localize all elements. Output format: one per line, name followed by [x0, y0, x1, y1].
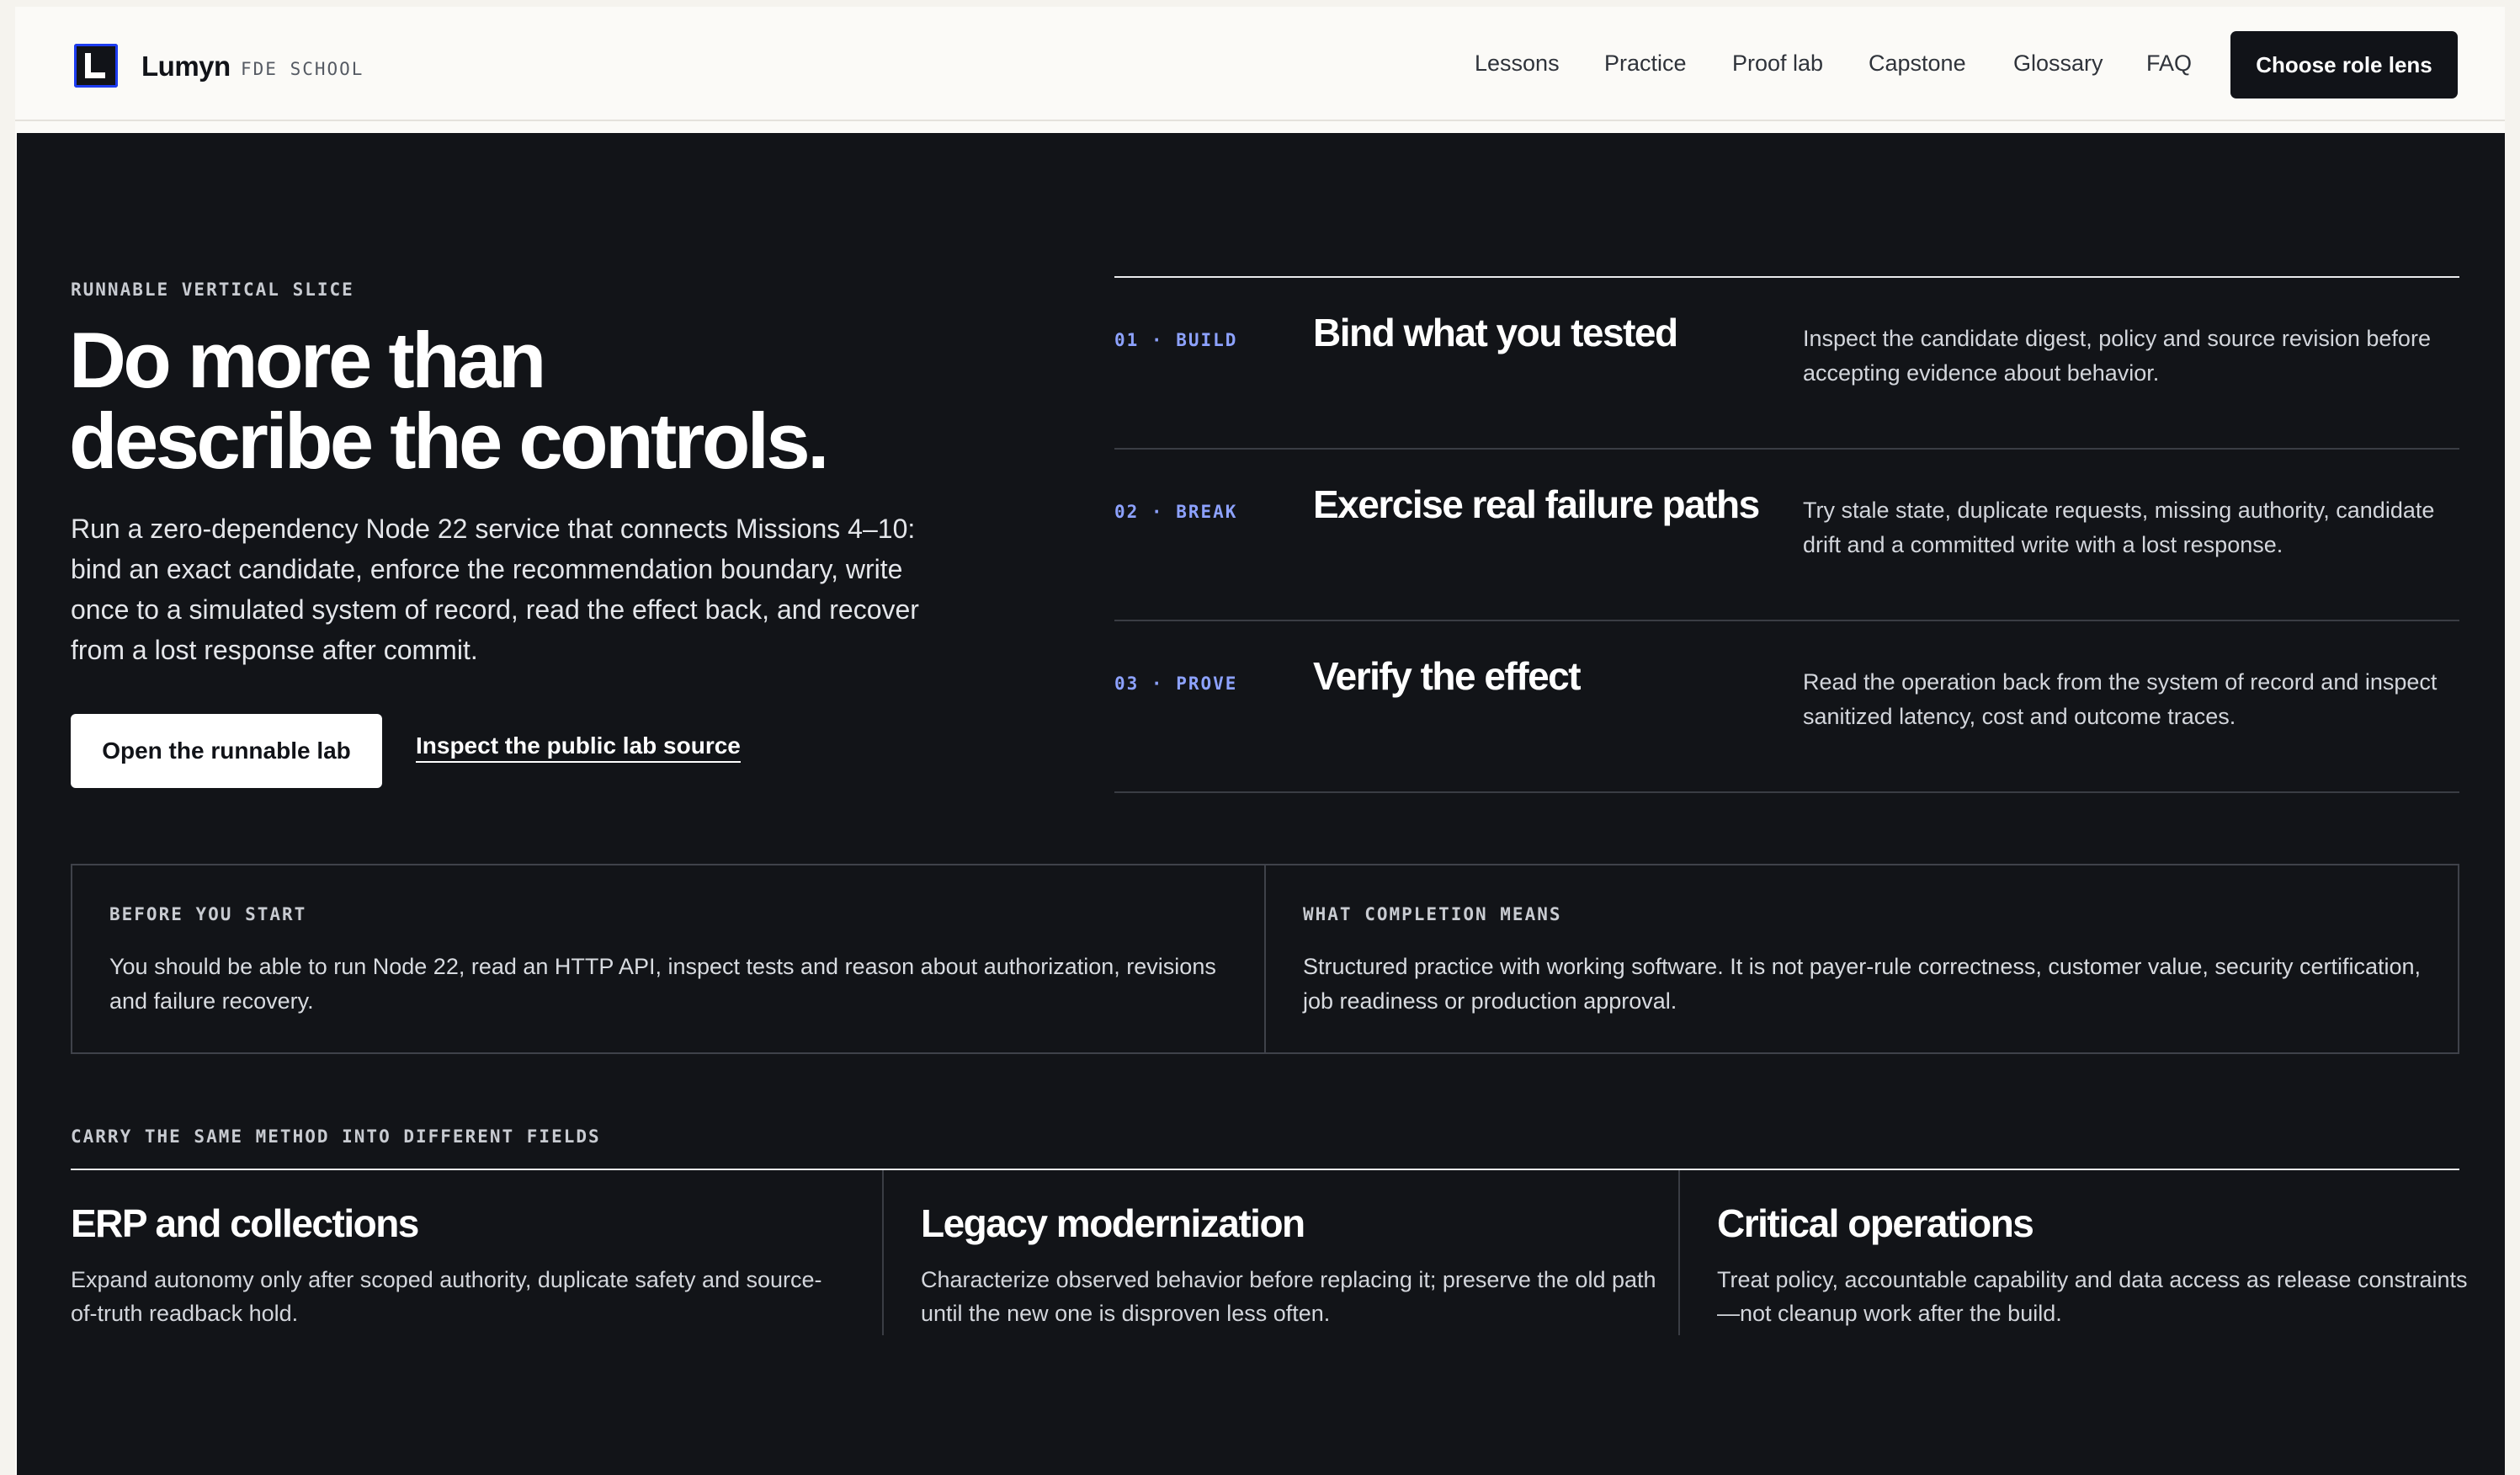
step-title: Verify the effect	[1313, 654, 1582, 698]
before-you-start-panel: BEFORE YOU START You should be able to r…	[72, 865, 1266, 1052]
brand-subtitle: FDE SCHOOL	[241, 59, 364, 79]
inspect-lab-source-link[interactable]: Inspect the public lab source	[416, 732, 741, 763]
hero-title-line-1: Do more than	[69, 316, 546, 404]
main-section: RUNNABLE VERTICAL SLICE Do more than des…	[17, 133, 2505, 1475]
hero-description: Run a zero-dependency Node 22 service th…	[71, 514, 919, 665]
step-number: 02 · BREAK	[1114, 502, 1238, 522]
field-description: Treat policy, accountable capability and…	[1717, 1267, 2468, 1326]
completion-text: Structured practice with working softwar…	[1303, 954, 2422, 1014]
nav-glossary[interactable]: Glossary	[2013, 51, 2103, 77]
step-item: 03 · PROVE Verify the effect Read the op…	[1114, 620, 2459, 791]
open-runnable-lab-button[interactable]: Open the runnable lab	[71, 714, 382, 788]
steps-list: 01 · BUILD Bind what you tested Inspect …	[1114, 276, 2459, 793]
completion-heading: WHAT COMPLETION MEANS	[1303, 904, 1562, 924]
field-title: ERP and collections	[71, 1201, 419, 1245]
lumyn-logo-icon[interactable]	[74, 44, 118, 88]
field-card: Critical operations Treat policy, accoun…	[1678, 1170, 2468, 1335]
brand-name[interactable]: Lumyn	[141, 51, 231, 83]
info-box: BEFORE YOU START You should be able to r…	[71, 864, 2459, 1054]
completion-panel: WHAT COMPLETION MEANS Structured practic…	[1266, 865, 2459, 1052]
step-description: Inspect the candidate digest, policy and…	[1803, 326, 2431, 386]
hero-title: Do more than describe the controls.	[69, 320, 995, 482]
site-header: Lumyn FDE SCHOOL Lessons Practice Proof …	[15, 7, 2505, 121]
step-item: 01 · BUILD Bind what you tested Inspect …	[1114, 276, 2459, 448]
before-you-start-text: You should be able to run Node 22, read …	[109, 954, 1216, 1014]
nav-capstone[interactable]: Capstone	[1869, 51, 1966, 77]
nav-lessons[interactable]: Lessons	[1475, 51, 1560, 77]
fields-heading: CARRY THE SAME METHOD INTO DIFFERENT FIE…	[71, 1126, 601, 1147]
step-description: Read the operation back from the system …	[1803, 669, 2438, 729]
field-card: Legacy modernization Characterize observ…	[882, 1170, 1678, 1335]
field-description: Expand autonomy only after scoped author…	[71, 1267, 822, 1326]
field-title: Critical operations	[1717, 1201, 2034, 1245]
step-title: Bind what you tested	[1313, 311, 1678, 354]
step-number: 03 · PROVE	[1114, 674, 1238, 694]
page: Lumyn FDE SCHOOL Lessons Practice Proof …	[15, 7, 2505, 1475]
step-description: Try stale state, duplicate requests, mis…	[1803, 498, 2435, 557]
nav-practice[interactable]: Practice	[1604, 51, 1687, 77]
step-item: 02 · BREAK Exercise real failure paths T…	[1114, 448, 2459, 620]
choose-role-lens-button[interactable]: Choose role lens	[2230, 31, 2458, 99]
nav-proof-lab[interactable]: Proof lab	[1732, 51, 1823, 77]
nav-faq[interactable]: FAQ	[2146, 51, 2192, 77]
before-you-start-heading: BEFORE YOU START	[109, 904, 307, 924]
field-card: ERP and collections Expand autonomy only…	[71, 1170, 882, 1335]
field-title: Legacy modernization	[921, 1201, 1305, 1245]
step-number: 01 · BUILD	[1114, 330, 1238, 350]
steps-divider	[1114, 791, 2459, 793]
field-description: Characterize observed behavior before re…	[921, 1267, 1656, 1326]
hero-title-line-2: describe the controls.	[69, 397, 829, 485]
step-title: Exercise real failure paths	[1313, 482, 1760, 526]
hero-eyebrow: RUNNABLE VERTICAL SLICE	[71, 280, 354, 300]
